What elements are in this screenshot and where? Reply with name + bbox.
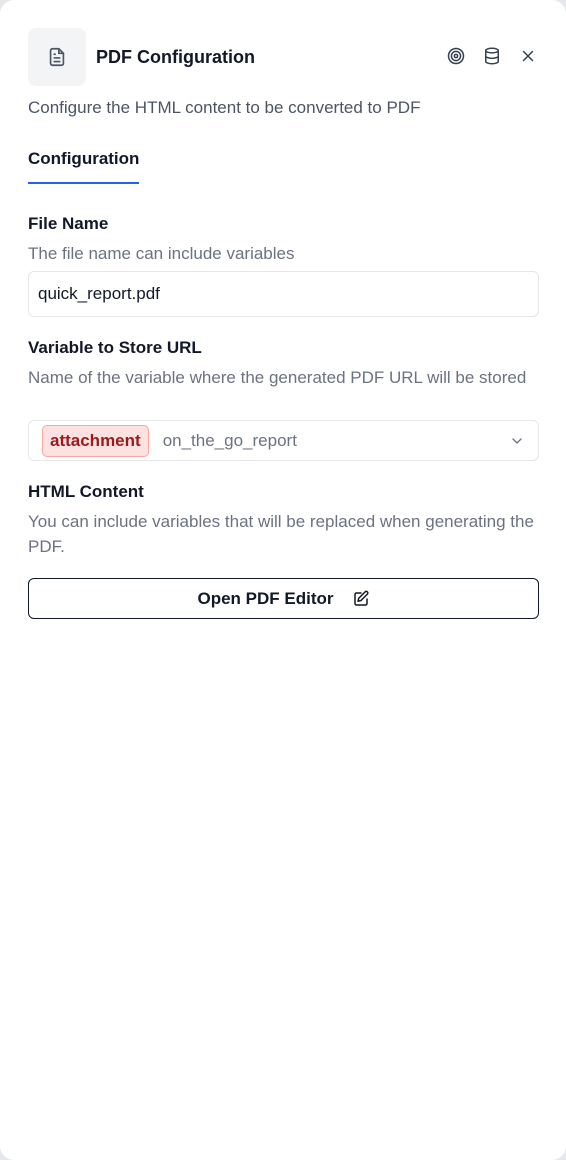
file-name-input[interactable] bbox=[28, 271, 539, 317]
target-icon[interactable] bbox=[444, 44, 468, 68]
header-actions bbox=[444, 44, 540, 68]
database-icon[interactable] bbox=[480, 44, 504, 68]
chevron-down-icon bbox=[512, 437, 522, 444]
store-url-select[interactable]: attachment on_the_go_report bbox=[28, 420, 539, 461]
tab-configuration[interactable]: Configuration bbox=[28, 148, 140, 184]
open-pdf-editor-label: Open PDF Editor bbox=[197, 588, 334, 608]
store-url-label: Variable to Store URL bbox=[28, 338, 202, 357]
store-url-value: on_the_go_report bbox=[162, 430, 297, 450]
page-description: Configure the HTML content to be convert… bbox=[28, 98, 421, 117]
page-title: PDF Configuration bbox=[96, 47, 255, 67]
open-pdf-editor-button[interactable]: Open PDF Editor bbox=[28, 578, 539, 619]
file-text-icon bbox=[28, 28, 86, 86]
tab-bar: Configuration bbox=[28, 148, 140, 184]
pdf-config-panel: PDF Configuration Configure the HTML con… bbox=[0, 0, 566, 1160]
close-icon[interactable] bbox=[516, 44, 540, 68]
edit-icon bbox=[353, 590, 369, 606]
html-content-help: You can include variables that will be r… bbox=[28, 512, 534, 556]
file-name-help: The file name can include variables bbox=[28, 244, 295, 263]
html-content-label: HTML Content bbox=[28, 482, 144, 501]
file-name-label: File Name bbox=[28, 214, 109, 233]
variable-type-badge: attachment bbox=[42, 424, 149, 457]
store-url-help: Name of the variable where the generated… bbox=[28, 368, 527, 387]
